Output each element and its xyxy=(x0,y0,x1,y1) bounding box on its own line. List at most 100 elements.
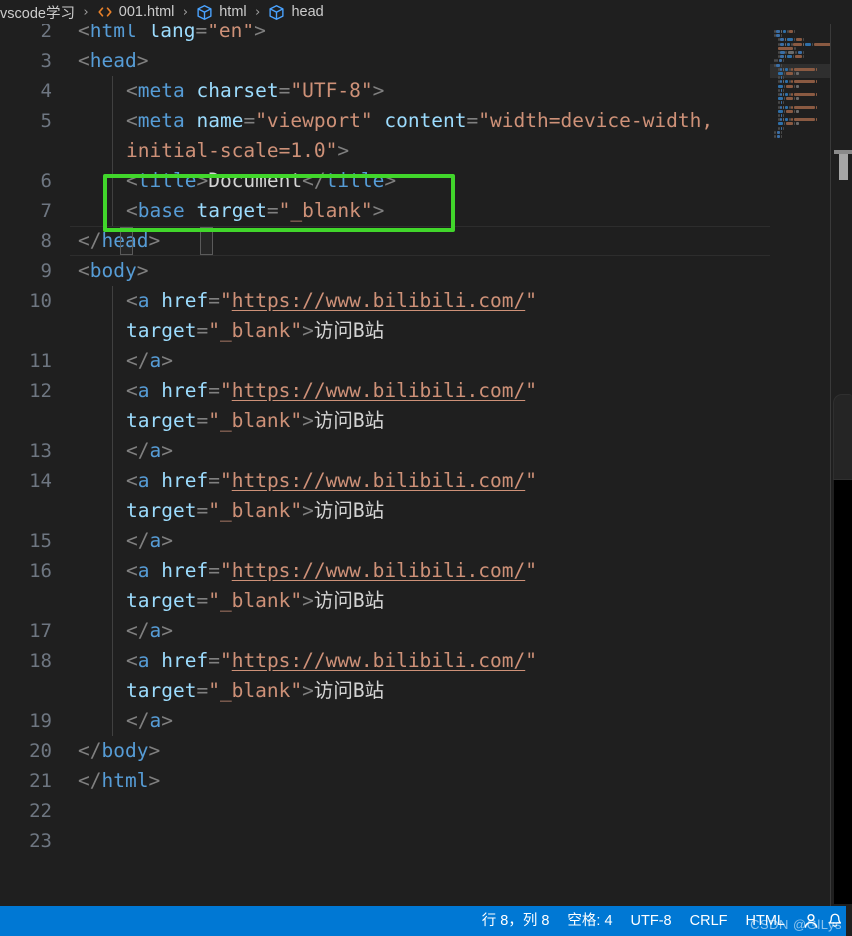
code-token: html xyxy=(101,769,149,792)
code-line[interactable]: 18 <a href="https://www.bilibili.com/" xyxy=(0,646,770,676)
status-eol[interactable]: CRLF xyxy=(681,906,737,936)
code-line-content[interactable]: target="_blank">访问B站 xyxy=(126,406,384,436)
code-token[interactable]: https://www.bilibili.com/ xyxy=(232,289,526,312)
code-token: meta xyxy=(137,79,185,102)
code-token[interactable]: https://www.bilibili.com/ xyxy=(232,649,526,672)
code-line-content[interactable]: <a href="https://www.bilibili.com/" xyxy=(126,646,537,676)
code-line[interactable]: 5 <meta name="viewport" content="width=de… xyxy=(0,106,770,136)
code-token: 访问B站 xyxy=(313,589,385,612)
code-line-content[interactable]: <base target="_blank"> xyxy=(126,196,384,226)
minimap-line xyxy=(793,38,796,42)
code-token: target xyxy=(126,499,197,522)
code-line-content[interactable]: target="_blank">访问B站 xyxy=(126,586,384,616)
code-line[interactable]: 12 <a href="https://www.bilibili.com/" xyxy=(0,376,770,406)
code-line-content[interactable]: </a> xyxy=(126,346,173,376)
code-token: < xyxy=(126,289,138,312)
code-line[interactable]: 2 <html lang="en"> xyxy=(0,24,770,46)
breadcrumb[interactable]: vscode学习 › 001.html › html › head xyxy=(0,0,852,24)
minimap-line xyxy=(782,126,785,130)
code-line-content[interactable]: </a> xyxy=(126,616,173,646)
code-line-content[interactable]: <a href="https://www.bilibili.com/" xyxy=(126,556,537,586)
code-line-wrapped[interactable]: initial-scale=1.0"> xyxy=(0,136,770,166)
code-line[interactable]: 4 <meta charset="UTF-8"> xyxy=(0,76,770,106)
code-line-wrapped[interactable]: target="_blank">访问B站 xyxy=(0,406,770,436)
code-line[interactable]: 3 <head> xyxy=(0,46,770,76)
minimap-line xyxy=(791,67,793,71)
code-line-content[interactable]: </html> xyxy=(78,766,160,796)
code-editor[interactable]: 2 <html lang="en"> 3 <head> 4 <meta charset="… xyxy=(0,24,852,906)
minimap-line xyxy=(783,97,786,101)
minimap-line xyxy=(778,105,780,109)
code-line[interactable]: 6 <title>Document</title> xyxy=(0,166,770,196)
code-token: href xyxy=(161,469,209,492)
code-line[interactable]: 10 <a href="https://www.bilibili.com/" xyxy=(0,286,770,316)
minimap[interactable] xyxy=(770,24,830,906)
code-line-content[interactable]: </a> xyxy=(126,526,173,556)
code-token[interactable]: https://www.bilibili.com/ xyxy=(232,469,526,492)
code-line[interactable]: 11 </a> xyxy=(0,346,770,376)
minimap-line xyxy=(778,109,784,113)
code-line[interactable]: 9 <body> xyxy=(0,256,770,286)
code-line-content[interactable]: </a> xyxy=(126,706,173,736)
code-token: = xyxy=(208,289,220,312)
code-line[interactable]: 14 <a href="https://www.bilibili.com/" xyxy=(0,466,770,496)
code-token: href xyxy=(161,289,209,312)
code-line-wrapped[interactable]: target="_blank">访问B站 xyxy=(0,316,770,346)
code-line[interactable]: 16 <a href="https://www.bilibili.com/" xyxy=(0,556,770,586)
bracket-match-highlight xyxy=(120,227,133,255)
code-line[interactable]: 15 </a> xyxy=(0,526,770,556)
code-line[interactable]: 23 xyxy=(0,826,770,856)
code-line[interactable]: 8 </head> xyxy=(0,226,770,256)
code-line-wrapped[interactable]: target="_blank">访问B站 xyxy=(0,586,770,616)
code-line-content[interactable]: <head> xyxy=(78,46,148,76)
code-line-content[interactable]: target="_blank">访问B站 xyxy=(126,676,384,706)
code-token: < xyxy=(126,109,138,132)
code-line-content[interactable]: <meta name="viewport" content="width=dev… xyxy=(126,106,713,136)
code-line-wrapped[interactable]: target="_blank">访问B站 xyxy=(0,496,770,526)
breadcrumb-item-symbol-html[interactable]: html xyxy=(196,4,247,21)
code-line-content[interactable]: <meta charset="UTF-8"> xyxy=(126,76,384,106)
code-line[interactable]: 7 <base target="_blank"> xyxy=(0,196,770,226)
status-language-mode[interactable]: HTML xyxy=(737,906,794,936)
code-line-content[interactable]: </body> xyxy=(78,736,160,766)
code-token: = xyxy=(208,649,220,672)
code-line[interactable]: 20 </body> xyxy=(0,736,770,766)
code-line[interactable]: 13 </a> xyxy=(0,436,770,466)
code-line-content[interactable]: <title>Document</title> xyxy=(126,166,396,196)
code-line-wrapped[interactable]: target="_blank">访问B站 xyxy=(0,676,770,706)
indent-guide xyxy=(112,436,113,466)
breadcrumb-item-file[interactable]: 001.html xyxy=(97,4,174,20)
code-line-content[interactable]: <html lang="en"> xyxy=(78,24,266,46)
code-line-content[interactable]: <a href="https://www.bilibili.com/" xyxy=(126,466,537,496)
code-token: " xyxy=(525,289,537,312)
code-text-area[interactable]: 2 <html lang="en"> 3 <head> 4 <meta charset="… xyxy=(0,24,770,906)
code-line-content[interactable]: </a> xyxy=(126,436,173,466)
code-token: a xyxy=(149,439,162,462)
breadcrumb-item-folder[interactable]: vscode学习 xyxy=(0,2,75,23)
status-cursor-position[interactable]: 行 8，列 8 xyxy=(473,906,559,936)
minimap-line xyxy=(776,63,780,67)
bell-icon[interactable] xyxy=(824,910,846,932)
scrollbar-thumb[interactable] xyxy=(833,394,852,480)
code-token[interactable]: https://www.bilibili.com/ xyxy=(232,559,526,582)
status-encoding[interactable]: UTF-8 xyxy=(622,906,681,936)
code-line-content[interactable]: initial-scale=1.0"> xyxy=(126,136,349,166)
code-line-content[interactable]: target="_blank">访问B站 xyxy=(126,496,384,526)
code-line[interactable]: 17 </a> xyxy=(0,616,770,646)
breadcrumb-item-symbol-head[interactable]: head xyxy=(268,4,324,21)
code-token: < xyxy=(78,229,90,252)
vertical-scrollbar[interactable] xyxy=(830,24,852,906)
code-line[interactable]: 21 </html> xyxy=(0,766,770,796)
code-line-content[interactable]: <body> xyxy=(78,256,148,286)
status-indentation[interactable]: 空格: 4 xyxy=(558,906,621,936)
code-line[interactable]: 22 xyxy=(0,796,770,826)
code-line-content[interactable]: <a href="https://www.bilibili.com/" xyxy=(126,286,537,316)
code-line-content[interactable]: target="_blank">访问B站 xyxy=(126,316,384,346)
account-icon[interactable] xyxy=(800,910,822,932)
code-token[interactable]: https://www.bilibili.com/ xyxy=(232,379,526,402)
indent-guide xyxy=(112,616,113,646)
code-line-content[interactable]: <a href="https://www.bilibili.com/" xyxy=(126,376,537,406)
code-line[interactable]: 19 </a> xyxy=(0,706,770,736)
